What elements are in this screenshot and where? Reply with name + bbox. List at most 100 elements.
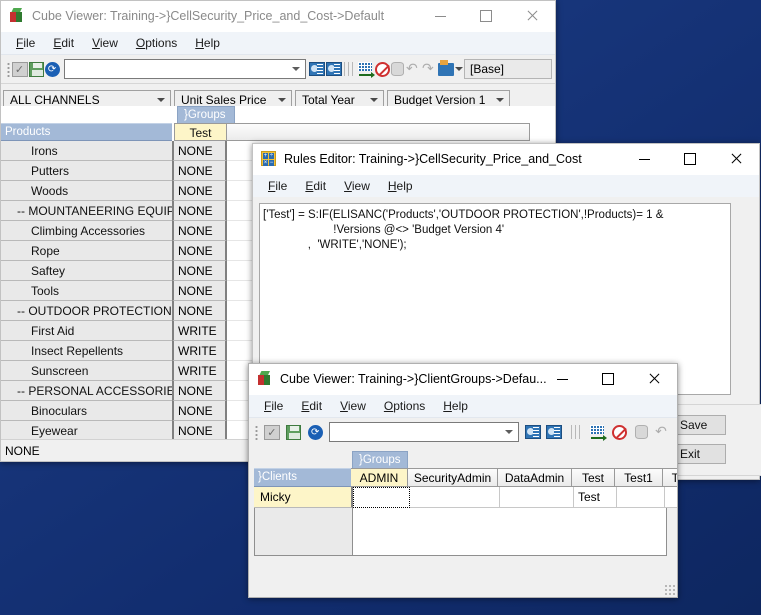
maximize-button[interactable] xyxy=(463,1,509,31)
value-cell[interactable]: Test xyxy=(574,487,617,508)
menu-help[interactable]: Help xyxy=(186,34,229,52)
minimize-button[interactable] xyxy=(621,144,667,174)
row-label-cell[interactable]: Woods xyxy=(1,181,172,201)
row-label-cell[interactable]: Climbing Accessories xyxy=(1,221,172,241)
column-dimension-tab[interactable]: }Groups xyxy=(177,106,235,123)
menu-edit[interactable]: Edit xyxy=(44,34,83,52)
row-label-cell[interactable]: -- MOUNTANEERING EQUIPMENT xyxy=(1,201,172,221)
column-header-test[interactable]: Test xyxy=(572,468,615,487)
column-dimension-tab[interactable]: }Groups xyxy=(352,451,408,468)
menu-help[interactable]: Help xyxy=(434,397,477,415)
value-cell[interactable]: WRITE xyxy=(172,321,227,341)
toolbar-grip[interactable] xyxy=(253,424,260,440)
value-cell[interactable]: NONE xyxy=(172,241,227,261)
menu-options[interactable]: Options xyxy=(375,397,434,415)
row-label-cell[interactable]: -- OUTDOOR PROTECTION xyxy=(1,301,172,321)
toolbar-grip[interactable] xyxy=(5,61,10,77)
value-cell[interactable]: NONE xyxy=(172,141,227,161)
minimize-button[interactable] xyxy=(539,364,585,394)
row-dimension-header[interactable]: Products xyxy=(1,123,172,141)
close-button[interactable] xyxy=(631,364,677,394)
column-header-test2[interactable]: Test2 xyxy=(663,468,677,487)
save-icon[interactable] xyxy=(283,422,304,443)
value-cell[interactable]: NONE xyxy=(172,281,227,301)
row-label-cell[interactable]: Rope xyxy=(1,241,172,261)
recalculate-icon[interactable]: ✓ xyxy=(262,422,283,443)
resize-grip[interactable] xyxy=(664,584,675,595)
client-groups-toolbar[interactable]: ✓ ⟳ ↶ xyxy=(249,418,677,447)
client-groups-grid[interactable]: }Groups }Clients ADMIN SecurityAdmin DataA… xyxy=(249,445,677,597)
refresh-icon[interactable]: ⟳ xyxy=(305,422,326,443)
undo-icon[interactable]: ↶ xyxy=(652,422,673,443)
value-cell[interactable]: WRITE xyxy=(172,361,227,381)
cube-viewer-window-controls[interactable] xyxy=(417,1,555,31)
undo-icon[interactable]: ↶ xyxy=(406,59,421,80)
suppress-zero-icon[interactable] xyxy=(609,422,630,443)
column-header-test1[interactable]: Test1 xyxy=(615,468,663,487)
row-label-cell[interactable]: Binoculars xyxy=(1,401,172,421)
view-combo[interactable] xyxy=(329,422,520,442)
export-grid-icon[interactable] xyxy=(357,59,375,80)
row-label-cell[interactable]: Eyewear xyxy=(1,421,172,440)
row-label-cell[interactable]: First Aid xyxy=(1,321,172,341)
row-label-cell[interactable]: Saftey xyxy=(1,261,172,281)
cube-viewer-menubar[interactable]: File Edit View Options Help xyxy=(1,32,555,55)
row-label-cell[interactable]: Putters xyxy=(1,161,172,181)
row-label-cell[interactable]: Micky xyxy=(254,487,353,508)
column-header-admin[interactable]: ADMIN xyxy=(351,468,408,487)
open-view-icon[interactable] xyxy=(438,59,454,80)
value-cell[interactable]: NONE xyxy=(172,301,227,321)
bars-icon[interactable] xyxy=(566,422,587,443)
cube-viewer-titlebar[interactable]: Cube Viewer: Training->}CellSecurity_Pri… xyxy=(1,1,555,32)
row-dimension-header[interactable]: }Clients xyxy=(254,468,351,487)
row-label-cell[interactable]: Insect Repellents xyxy=(1,341,172,361)
suppress-zero-icon[interactable] xyxy=(374,59,390,80)
dbs-view-icon[interactable] xyxy=(308,59,325,80)
close-button[interactable] xyxy=(509,1,555,31)
cube-data-icon[interactable] xyxy=(631,422,652,443)
minimize-button[interactable] xyxy=(417,1,463,31)
menu-file[interactable]: File xyxy=(259,177,296,195)
save-button[interactable]: Save xyxy=(671,415,726,435)
rules-editor-titlebar[interactable]: + ÷ × − Rules Editor: Training->}CellSecuri… xyxy=(253,144,759,175)
open-view-dropdown-icon[interactable] xyxy=(455,59,463,80)
value-cell[interactable] xyxy=(617,487,665,508)
column-header-securityadmin[interactable]: SecurityAdmin xyxy=(408,468,498,487)
client-groups-window[interactable]: Cube Viewer: Training->}ClientGroups->De… xyxy=(248,363,678,598)
rules-editor-window-controls[interactable] xyxy=(621,144,759,174)
column-header-test[interactable]: Test xyxy=(174,123,227,141)
column-header-dataadmin[interactable]: DataAdmin xyxy=(498,468,572,487)
save-icon[interactable] xyxy=(28,59,44,80)
client-groups-window-controls[interactable] xyxy=(539,364,677,394)
value-cell[interactable] xyxy=(665,487,677,508)
value-cell[interactable]: NONE xyxy=(172,181,227,201)
value-cell[interactable]: NONE xyxy=(172,381,227,401)
row-label-cell[interactable]: Sunscreen xyxy=(1,361,172,381)
cube-data-icon[interactable] xyxy=(391,59,405,80)
row-label-cell[interactable]: Tools xyxy=(1,281,172,301)
exit-button[interactable]: Exit xyxy=(671,444,726,464)
menu-view[interactable]: View xyxy=(335,177,379,195)
recalculate-icon[interactable]: ✓ xyxy=(11,59,28,80)
dbs-view-icon[interactable] xyxy=(522,422,543,443)
menu-view[interactable]: View xyxy=(331,397,375,415)
value-cell[interactable] xyxy=(353,487,410,508)
refresh-icon[interactable]: ⟳ xyxy=(44,59,60,80)
value-cell[interactable]: NONE xyxy=(172,221,227,241)
value-cell[interactable]: NONE xyxy=(172,401,227,421)
client-groups-menubar[interactable]: File Edit View Options Help xyxy=(249,395,677,418)
rules-editor-menubar[interactable]: File Edit View Help xyxy=(253,175,759,198)
menu-file[interactable]: File xyxy=(255,397,292,415)
maximize-button[interactable] xyxy=(585,364,631,394)
menu-options[interactable]: Options xyxy=(127,34,186,52)
menu-view[interactable]: View xyxy=(83,34,127,52)
value-cell[interactable]: NONE xyxy=(172,161,227,181)
value-cell[interactable]: NONE xyxy=(172,201,227,221)
view-combo[interactable] xyxy=(63,59,306,79)
client-groups-titlebar[interactable]: Cube Viewer: Training->}ClientGroups->De… xyxy=(249,364,677,395)
cube-viewer-toolbar[interactable]: ✓ ⟳ ↶ ↷ [Base] xyxy=(1,55,555,84)
value-cell[interactable] xyxy=(410,487,500,508)
redo-icon[interactable]: ↷ xyxy=(422,59,437,80)
row-label-cell[interactable]: Irons xyxy=(1,141,172,161)
value-cell[interactable]: NONE xyxy=(172,261,227,281)
